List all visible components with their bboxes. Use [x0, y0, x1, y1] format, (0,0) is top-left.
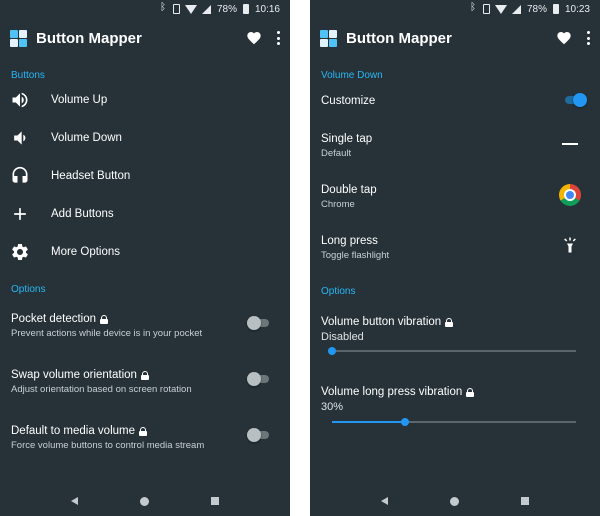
slider-value: 30%	[321, 401, 344, 413]
heart-icon[interactable]	[556, 30, 572, 46]
more-options-icon[interactable]	[276, 31, 280, 45]
app-title: Button Mapper	[36, 29, 142, 47]
navigation-bar	[310, 486, 600, 516]
vibrate-icon	[172, 4, 180, 14]
section-header-volume-down: Volume Down	[321, 70, 383, 81]
phone-screen-main: 78% 10:16 Button Mapper Buttons Volume U…	[0, 0, 290, 516]
volume-up-icon	[10, 90, 30, 110]
recents-icon[interactable]	[211, 497, 219, 505]
clock: 10:16	[254, 3, 280, 15]
volume-button-vibration-slider[interactable]	[328, 346, 576, 356]
option-title: Pocket detection	[11, 313, 97, 325]
button-label: Volume Up	[51, 94, 108, 106]
lock-icon	[466, 387, 475, 397]
bluetooth-icon	[159, 3, 168, 14]
button-row-volume-up[interactable]: Volume Up	[0, 83, 290, 117]
long-press-vibration-slider[interactable]	[332, 417, 576, 427]
recents-icon[interactable]	[521, 497, 529, 505]
battery-icon	[552, 4, 559, 14]
status-bar: 78% 10:16	[0, 0, 290, 18]
option-title: Swap volume orientation	[11, 369, 137, 381]
customize-row[interactable]: Customize	[321, 95, 589, 107]
action-row-long-press[interactable]: Long press Toggle flashlight	[321, 235, 589, 261]
navigation-bar	[0, 486, 290, 516]
action-title: Long press	[321, 235, 378, 247]
app-title: Button Mapper	[346, 29, 452, 47]
section-header-options: Options	[11, 284, 46, 295]
lock-icon	[100, 314, 109, 324]
back-icon[interactable]	[71, 497, 78, 505]
lock-icon	[445, 317, 454, 327]
home-icon[interactable]	[450, 496, 459, 506]
clock: 10:23	[564, 3, 590, 15]
action-subtitle: Default	[321, 148, 352, 159]
slider-thumb[interactable]	[401, 418, 409, 426]
more-options-icon[interactable]	[586, 31, 590, 45]
button-label: More Options	[51, 246, 121, 258]
action-title: Double tap	[321, 184, 377, 196]
customize-label: Customize	[321, 95, 376, 107]
pocket-detection-toggle[interactable]	[247, 316, 271, 330]
slider-row-volume-button-vibration: Volume button vibration Disabled	[321, 316, 589, 343]
battery-icon	[242, 4, 249, 14]
signal-icon	[201, 4, 211, 14]
app-logo-icon	[320, 29, 337, 47]
plus-icon	[10, 204, 30, 224]
button-label: Headset Button	[51, 170, 131, 182]
slider-row-long-press-vibration: Volume long press vibration 30%	[321, 386, 589, 413]
signal-icon	[511, 4, 521, 14]
gear-icon	[10, 242, 30, 262]
swap-volume-orientation-toggle[interactable]	[247, 372, 271, 386]
dash-icon	[562, 143, 578, 145]
chrome-icon	[559, 184, 581, 206]
option-title: Default to media volume	[11, 425, 136, 437]
battery-percent: 78%	[216, 3, 237, 15]
back-icon[interactable]	[381, 497, 388, 505]
vibrate-icon	[482, 4, 490, 14]
button-row-headset[interactable]: Headset Button	[0, 159, 290, 193]
slider-thumb[interactable]	[328, 347, 336, 355]
action-title: Single tap	[321, 133, 373, 145]
action-subtitle: Chrome	[321, 199, 355, 210]
default-media-volume-toggle[interactable]	[247, 428, 271, 442]
action-row-single-tap[interactable]: Single tap Default	[321, 133, 589, 159]
section-header-options: Options	[321, 286, 356, 297]
headset-icon	[10, 166, 30, 186]
button-label: Volume Down	[51, 132, 122, 144]
volume-down-icon	[10, 128, 30, 148]
status-bar: 78% 10:23	[310, 0, 600, 18]
action-row-double-tap[interactable]: Double tap Chrome	[321, 184, 589, 210]
bluetooth-icon	[469, 3, 478, 14]
home-icon[interactable]	[140, 496, 149, 506]
app-logo-icon	[10, 29, 27, 47]
slider-title: Volume long press vibration	[321, 386, 463, 398]
heart-icon[interactable]	[246, 30, 262, 46]
slider-value: Disabled	[321, 331, 364, 343]
lock-icon	[139, 426, 148, 436]
battery-percent: 78%	[526, 3, 547, 15]
wifi-icon	[494, 4, 507, 14]
button-label: Add Buttons	[51, 208, 114, 220]
app-bar: Button Mapper	[310, 18, 600, 58]
customize-toggle[interactable]	[563, 93, 587, 107]
lock-icon	[140, 370, 149, 380]
slider-title: Volume button vibration	[321, 316, 442, 328]
flashlight-icon	[564, 237, 576, 253]
button-row-volume-down[interactable]: Volume Down	[0, 121, 290, 155]
app-bar: Button Mapper	[0, 18, 290, 58]
button-row-more-options[interactable]: More Options	[0, 235, 290, 269]
phone-screen-volume-down: 78% 10:23 Button Mapper Volume Down Cust…	[310, 0, 600, 516]
section-header-buttons: Buttons	[11, 70, 45, 81]
wifi-icon	[184, 4, 197, 14]
action-subtitle: Toggle flashlight	[321, 250, 390, 261]
button-row-add-buttons[interactable]: Add Buttons	[0, 197, 290, 231]
